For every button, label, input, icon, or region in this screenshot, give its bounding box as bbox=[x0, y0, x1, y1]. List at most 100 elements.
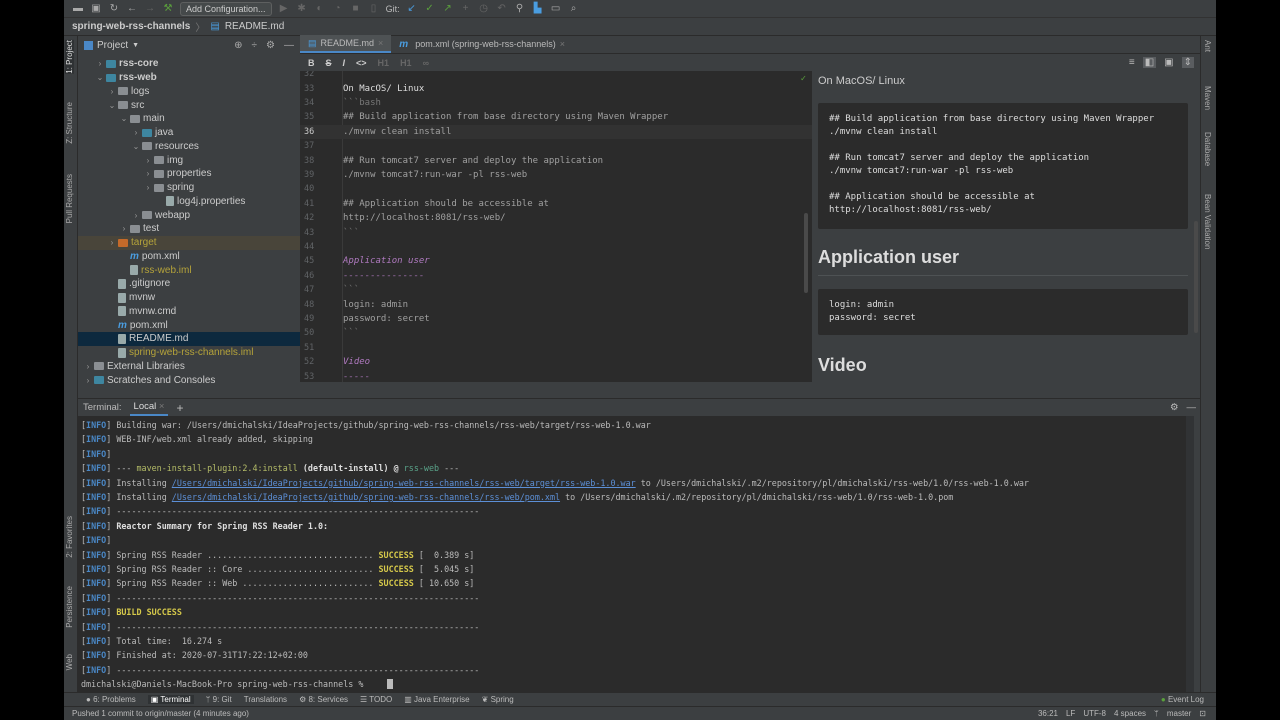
chevron-right-icon[interactable]: › bbox=[94, 59, 106, 68]
chevron-right-icon[interactable]: › bbox=[130, 211, 142, 220]
stripe-web[interactable]: Web bbox=[65, 654, 74, 670]
tool-window-java-enterprise[interactable]: ▥ Java Enterprise bbox=[404, 695, 469, 704]
collapse-all-icon[interactable]: ÷ bbox=[252, 40, 258, 51]
chevron-down-icon[interactable]: ⌄ bbox=[94, 73, 106, 82]
editor-line[interactable]: 47 ``` bbox=[300, 283, 812, 297]
tab-readme[interactable]: ▤ README.md × bbox=[300, 35, 392, 53]
code-button[interactable]: <> bbox=[356, 58, 367, 68]
tree-item[interactable]: › rss-core bbox=[78, 57, 300, 71]
editor-scrollbar[interactable] bbox=[804, 213, 808, 293]
editor-and-preview-icon[interactable]: ◧ bbox=[1142, 57, 1157, 68]
tree-item[interactable]: › java bbox=[78, 126, 300, 140]
close-icon[interactable]: × bbox=[560, 39, 565, 49]
tree-item[interactable]: › logs bbox=[78, 85, 300, 99]
tree-item[interactable]: › spring bbox=[78, 181, 300, 195]
stripe-ant[interactable]: Ant bbox=[1203, 40, 1212, 52]
chevron-down-icon[interactable]: ▼ bbox=[132, 42, 139, 49]
git-compare-icon[interactable]: + bbox=[460, 3, 472, 15]
terminal-scrollbar[interactable] bbox=[1186, 416, 1194, 692]
terminal-window-icon[interactable]: ▭ bbox=[550, 3, 562, 15]
build-hammer-icon[interactable]: ⚒ bbox=[162, 3, 174, 15]
stripe-database[interactable]: Database bbox=[1203, 132, 1212, 166]
line-separator[interactable]: LF bbox=[1066, 709, 1075, 718]
link-icon[interactable]: ∞ bbox=[423, 58, 429, 68]
chevron-down-icon[interactable]: ⌄ bbox=[130, 142, 142, 151]
debug-icon[interactable]: ✱ bbox=[296, 3, 308, 15]
chevron-right-icon[interactable]: › bbox=[82, 376, 94, 385]
tree-item[interactable]: README.md bbox=[78, 332, 300, 346]
add-configuration-button[interactable]: Add Configuration... bbox=[180, 1, 272, 16]
editor-only-icon[interactable]: ≡ bbox=[1129, 57, 1135, 68]
coverage-icon[interactable]: ◐ bbox=[314, 3, 326, 15]
terminal-output[interactable]: [INFO] Building war: /Users/dmichalski/I… bbox=[78, 416, 1194, 692]
markdown-editor[interactable]: 32 33 On MacOS/ Linux 34 ```bash 35 ## Build a… bbox=[300, 71, 812, 382]
save-icon[interactable]: ▣ bbox=[90, 3, 102, 15]
settings-wrench-icon[interactable]: ⚲ bbox=[514, 3, 526, 15]
tree-item[interactable]: › properties bbox=[78, 167, 300, 181]
close-icon[interactable]: × bbox=[378, 38, 383, 48]
profile-icon[interactable]: ◔ bbox=[332, 3, 344, 15]
stripe-project[interactable]: 1: Project bbox=[65, 40, 74, 74]
editor-line[interactable]: 41 ## Application should be accessible at bbox=[300, 197, 812, 211]
hide-icon[interactable]: — bbox=[284, 40, 294, 51]
indent-setting[interactable]: 4 spaces bbox=[1114, 709, 1146, 718]
preview-only-icon[interactable]: ▣ bbox=[1164, 57, 1173, 68]
stripe-persistence[interactable]: Persistence bbox=[65, 586, 74, 628]
tree-item[interactable]: › img bbox=[78, 153, 300, 167]
search-icon[interactable]: ⌕ bbox=[568, 3, 580, 15]
git-commit-icon[interactable]: ✓ bbox=[424, 3, 436, 15]
attach-icon[interactable]: ▯ bbox=[368, 3, 380, 15]
tab-pom-xml[interactable]: m pom.xml (spring-web-rss-channels) × bbox=[391, 35, 573, 53]
editor-line[interactable]: 53 ----- bbox=[300, 369, 812, 382]
tree-item[interactable]: rss-web.iml bbox=[78, 263, 300, 277]
editor-line[interactable]: 49 password: secret bbox=[300, 312, 812, 326]
preview-scrollbar[interactable] bbox=[1194, 221, 1198, 333]
italic-button[interactable]: I bbox=[343, 58, 346, 68]
chevron-right-icon[interactable]: › bbox=[106, 238, 118, 247]
sync-icon[interactable]: ↻ bbox=[108, 3, 120, 15]
tool-window--git[interactable]: ᛘ 9: Git bbox=[206, 695, 232, 704]
strikethrough-button[interactable]: S bbox=[326, 58, 332, 68]
git-branch[interactable]: master bbox=[1167, 709, 1191, 718]
stripe-favorites[interactable]: 2: Favorites bbox=[65, 516, 74, 558]
tree-item[interactable]: mvnw.cmd bbox=[78, 305, 300, 319]
project-structure-icon[interactable]: ▙ bbox=[532, 3, 544, 15]
editor-line[interactable]: 51 bbox=[300, 341, 812, 355]
tree-item[interactable]: ⌄ src bbox=[78, 98, 300, 112]
git-rollback-icon[interactable]: ↶ bbox=[496, 3, 508, 15]
git-update-icon[interactable]: ↙ bbox=[406, 3, 418, 15]
stripe-structure[interactable]: Z: Structure bbox=[65, 102, 74, 144]
chevron-right-icon[interactable]: › bbox=[142, 183, 154, 192]
lock-icon[interactable]: ⊡ bbox=[1199, 709, 1206, 718]
forward-icon[interactable]: → bbox=[144, 3, 156, 15]
status-message[interactable]: Pushed 1 commit to origin/master (4 minu… bbox=[72, 709, 249, 718]
gear-icon[interactable]: ⚙ bbox=[1170, 402, 1179, 413]
editor-line[interactable]: 46 --------------- bbox=[300, 269, 812, 283]
tree-item[interactable]: m pom.xml bbox=[78, 250, 300, 264]
editor-line[interactable]: 43 ``` bbox=[300, 225, 812, 239]
tool-window--problems[interactable]: ● 6: Problems bbox=[86, 695, 136, 704]
editor-line[interactable]: 39 ./mvnw tomcat7:run-war -pl rss-web bbox=[300, 168, 812, 182]
tool-window-spring[interactable]: ❦ Spring bbox=[482, 695, 514, 704]
open-folder-icon[interactable]: ▬ bbox=[72, 3, 84, 15]
chevron-right-icon[interactable]: › bbox=[106, 87, 118, 96]
editor-line[interactable]: 48 login: admin bbox=[300, 297, 812, 311]
caret-position[interactable]: 36:21 bbox=[1038, 709, 1058, 718]
tree-item[interactable]: › test bbox=[78, 222, 300, 236]
file-link[interactable]: /Users/dmichalski/IdeaProjects/github/sp… bbox=[172, 478, 636, 488]
editor-line[interactable]: 34 ```bash bbox=[300, 96, 812, 110]
new-terminal-plus-icon[interactable]: + bbox=[176, 401, 183, 415]
editor-line[interactable]: 33 On MacOS/ Linux bbox=[300, 81, 812, 95]
tool-window--services[interactable]: ⚙ 8: Services bbox=[299, 695, 348, 704]
terminal-prompt[interactable]: dmichalski@Daniels-MacBook-Pro spring-we… bbox=[81, 677, 368, 691]
tree-item[interactable]: › webapp bbox=[78, 208, 300, 222]
tree-item[interactable]: .gitignore bbox=[78, 277, 300, 291]
editor-line[interactable]: 42 http://localhost:8081/rss-web/ bbox=[300, 211, 812, 225]
editor-line[interactable]: 36 ./mvnw clean install bbox=[300, 124, 812, 139]
git-push-icon[interactable]: ↗ bbox=[442, 3, 454, 15]
no-problems-check-icon[interactable]: ✓ bbox=[801, 74, 806, 84]
stripe-pull-requests[interactable]: Pull Requests bbox=[65, 174, 74, 223]
editor-line[interactable]: 44 bbox=[300, 240, 812, 254]
editor-line[interactable]: 45 Application user bbox=[300, 254, 812, 268]
chevron-right-icon[interactable]: › bbox=[82, 362, 94, 371]
